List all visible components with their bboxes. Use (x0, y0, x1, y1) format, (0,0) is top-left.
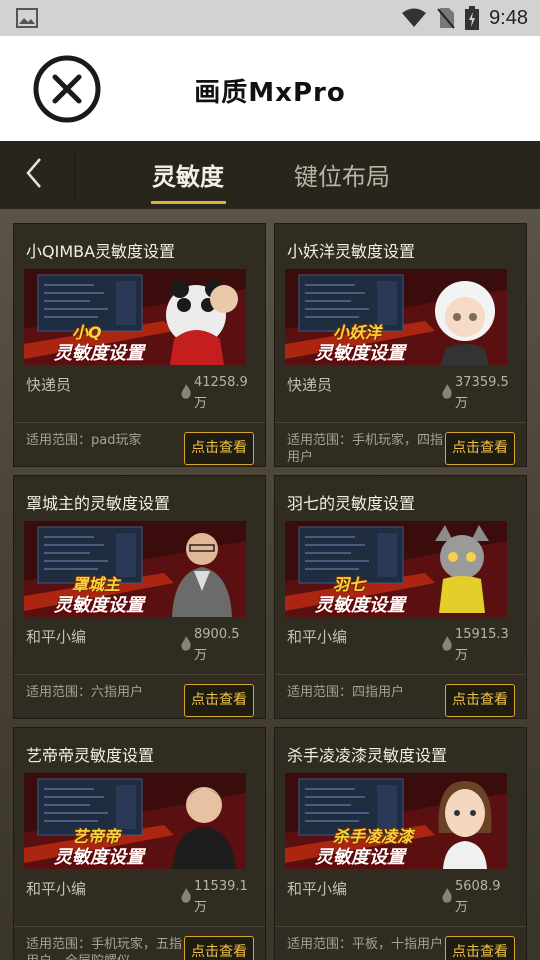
view-count-value: 11539.1 (194, 879, 248, 894)
sensitivity-card[interactable]: 艺帝帝灵敏度设置 艺帝帝 灵敏度设置 和平小编 11539.1 万 适用范围：手… (13, 727, 266, 960)
view-count: 11539.1 万 (181, 876, 264, 918)
flame-icon (442, 888, 452, 903)
scope-text: 适用范围：pad玩家 (26, 433, 142, 448)
author-name: 快递员 (26, 376, 72, 394)
view-count: 37359.5 万 (442, 372, 525, 414)
card-banner[interactable]: 杀手凌凌漆 灵敏度设置 (285, 773, 507, 869)
card-divider (275, 674, 526, 675)
image-icon (16, 8, 38, 28)
view-count: 41258.9 万 (181, 372, 264, 414)
view-details-button[interactable]: 点击查看 (445, 684, 515, 717)
status-bar: 9:48 (0, 0, 540, 36)
author-name: 和平小编 (26, 880, 87, 898)
sensitivity-card[interactable]: 小QIMBA灵敏度设置 小Q 灵敏度设置 快递员 41258.9 万 适用范围：… (13, 223, 266, 467)
card-divider (275, 422, 526, 423)
scope-text: 适用范围：手机玩家，五指用户，全层陀螺仪 (26, 937, 183, 960)
no-sim-icon (437, 8, 455, 29)
view-count-value: 15915.3 (455, 627, 509, 642)
view-count-unit: 万 (455, 648, 469, 663)
card-grid: 小QIMBA灵敏度设置 小Q 灵敏度设置 快递员 41258.9 万 适用范围：… (13, 223, 527, 960)
view-count-value: 41258.9 (194, 375, 248, 390)
card-banner[interactable]: 艺帝帝 灵敏度设置 (24, 773, 246, 869)
card-title: 杀手凌凌漆灵敏度设置 (287, 746, 448, 765)
card-divider (14, 422, 265, 423)
flame-icon (442, 636, 452, 651)
card-divider (275, 926, 526, 927)
view-details-button[interactable]: 点击查看 (445, 432, 515, 465)
app-bar: 画质MxPro (0, 36, 540, 141)
divider (74, 151, 75, 201)
view-count-unit: 万 (194, 396, 208, 411)
view-count-value: 8900.5 (194, 627, 240, 642)
scope-text: 适用范围：手机玩家，四指用户 (287, 433, 444, 465)
scope-text: 适用范围：六指用户 (26, 685, 144, 700)
battery-charging-icon (465, 6, 480, 30)
scope-text: 适用范围：四指用户 (287, 685, 405, 700)
view-count-value: 5608.9 (455, 879, 501, 894)
banner-subtitle: 灵敏度设置 (54, 847, 144, 868)
clock: 9:48 (489, 6, 528, 29)
card-divider (14, 674, 265, 675)
sensitivity-card[interactable]: 小妖洋灵敏度设置 小妖洋 灵敏度设置 快递员 37359.5 万 适用范围：手机… (274, 223, 527, 467)
card-banner[interactable]: 羽七 灵敏度设置 (285, 521, 507, 617)
view-count-unit: 万 (194, 900, 208, 915)
page-title: 画质MxPro (194, 78, 346, 108)
tab-key-layout[interactable]: 键位布局 (294, 157, 390, 192)
card-banner[interactable]: 小Q 灵敏度设置 (24, 269, 246, 365)
banner-subtitle: 灵敏度设置 (54, 343, 144, 364)
view-count-unit: 万 (455, 900, 469, 915)
tab-bar: 灵敏度 键位布局 (0, 141, 540, 209)
author-name: 和平小编 (287, 880, 348, 898)
view-count-unit: 万 (455, 396, 469, 411)
view-details-button[interactable]: 点击查看 (184, 684, 254, 717)
author-name: 和平小编 (287, 628, 348, 646)
banner-subtitle: 灵敏度设置 (315, 847, 405, 868)
view-count: 5608.9 万 (442, 876, 525, 918)
view-count-value: 37359.5 (455, 375, 509, 390)
flame-icon (181, 384, 191, 399)
banner-subtitle: 灵敏度设置 (54, 595, 144, 616)
card-title: 羽七的灵敏度设置 (287, 494, 416, 513)
card-title: 艺帝帝灵敏度设置 (26, 746, 155, 765)
sensitivity-card[interactable]: 羽七的灵敏度设置 羽七 灵敏度设置 和平小编 15915.3 万 适用范围：四指… (274, 475, 527, 719)
sensitivity-list[interactable]: 小QIMBA灵敏度设置 小Q 灵敏度设置 快递员 41258.9 万 适用范围：… (0, 209, 540, 960)
wifi-icon (402, 8, 427, 27)
sensitivity-card[interactable]: 杀手凌凌漆灵敏度设置 杀手凌凌漆 灵敏度设置 和平小编 5608.9 万 适用范… (274, 727, 527, 960)
view-count-unit: 万 (194, 648, 208, 663)
author-name: 快递员 (287, 376, 333, 394)
flame-icon (442, 384, 452, 399)
card-title: 小QIMBA灵敏度设置 (26, 242, 176, 261)
view-details-button[interactable]: 点击查看 (184, 936, 254, 960)
scope-text: 适用范围：平板，十指用户 (287, 937, 444, 952)
card-banner[interactable]: 小妖洋 灵敏度设置 (285, 269, 507, 365)
view-details-button[interactable]: 点击查看 (445, 936, 515, 960)
tab-sensitivity[interactable]: 灵敏度 (152, 157, 224, 192)
chevron-left-icon[interactable] (0, 141, 74, 209)
banner-subtitle: 灵敏度设置 (315, 343, 405, 364)
view-count: 8900.5 万 (181, 624, 264, 666)
sensitivity-card[interactable]: 罩城主的灵敏度设置 罩城主 灵敏度设置 和平小编 8900.5 万 适用范围：六… (13, 475, 266, 719)
flame-icon (181, 636, 191, 651)
view-count: 15915.3 万 (442, 624, 525, 666)
active-tab-indicator (151, 201, 226, 204)
banner-subtitle: 灵敏度设置 (315, 595, 405, 616)
card-title: 小妖洋灵敏度设置 (287, 242, 416, 261)
card-title: 罩城主的灵敏度设置 (26, 494, 171, 513)
card-divider (14, 926, 265, 927)
card-banner[interactable]: 罩城主 灵敏度设置 (24, 521, 246, 617)
author-name: 和平小编 (26, 628, 87, 646)
flame-icon (181, 888, 191, 903)
view-details-button[interactable]: 点击查看 (184, 432, 254, 465)
